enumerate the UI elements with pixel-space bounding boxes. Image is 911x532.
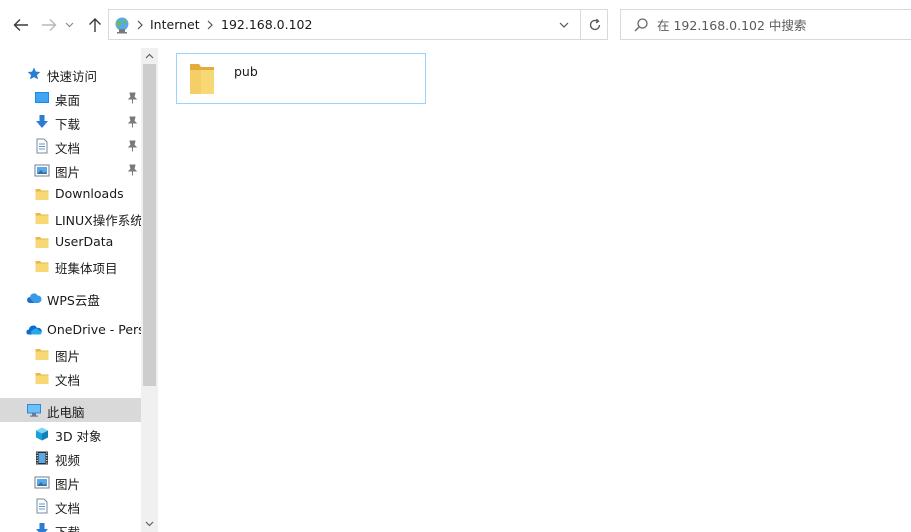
sidebar-item-pc-downloads[interactable]: 下载 <box>0 518 141 532</box>
network-location-icon <box>115 17 129 34</box>
folder-icon <box>190 64 214 94</box>
folder-name: pub <box>234 64 258 79</box>
search-box[interactable] <box>620 9 911 40</box>
sidebar-item-label: 图片 <box>55 165 81 180</box>
navigation-tree: 快速访问 桌面 下载 文档 图片 Downloads LINUX操作系统 Use… <box>0 48 141 532</box>
picture-icon <box>34 164 50 177</box>
search-icon <box>634 18 648 32</box>
chevron-down-icon <box>559 22 569 28</box>
breadcrumb-host[interactable]: 192.168.0.102 <box>221 17 312 32</box>
folder-item[interactable]: pub <box>176 53 426 104</box>
sidebar-item-label: 文档 <box>55 141 81 156</box>
folder-icon <box>35 261 49 272</box>
sidebar-item-label: 此电脑 <box>47 405 85 420</box>
folder-icon <box>35 189 49 200</box>
sidebar-item-label: 下载 <box>55 117 81 132</box>
sidebar-item-documents[interactable]: 文档 <box>0 134 141 158</box>
sidebar-item-folder-userdata[interactable]: UserData <box>0 230 141 254</box>
chevron-down-icon <box>65 22 73 28</box>
computer-icon <box>27 404 41 417</box>
desktop-icon <box>35 92 49 103</box>
sidebar-item-folder-linux[interactable]: LINUX操作系统 <box>0 206 141 230</box>
sidebar-item-label: 文档 <box>55 501 81 516</box>
back-button[interactable] <box>10 14 32 36</box>
sidebar-item-this-pc[interactable]: 此电脑 <box>0 398 141 422</box>
sidebar-item-desktop[interactable]: 桌面 <box>0 86 141 110</box>
arrow-left-icon <box>13 19 28 31</box>
sidebar-item-quick-access[interactable]: 快速访问 <box>0 62 141 86</box>
sidebar-item-folder-class-project[interactable]: 班集体项目 <box>0 254 141 278</box>
sidebar-item-label: 文档 <box>55 373 81 388</box>
sidebar-item-label: 视频 <box>55 453 81 468</box>
sidebar-item-onedrive[interactable]: OneDrive - Personal <box>0 318 141 342</box>
arrow-right-icon <box>42 19 57 31</box>
search-input[interactable] <box>657 15 902 35</box>
star-icon <box>27 67 41 80</box>
pin-icon <box>127 116 138 128</box>
sidebar-item-downloads[interactable]: 下载 <box>0 110 141 134</box>
onedrive-icon <box>26 325 42 335</box>
refresh-icon <box>589 18 600 30</box>
folder-icon <box>35 349 49 360</box>
cloud-icon <box>27 293 42 303</box>
chevron-up-icon <box>145 53 154 59</box>
sidebar-item-label: 3D 对象 <box>55 429 102 444</box>
sidebar-item-pc-documents[interactable]: 文档 <box>0 494 141 518</box>
sidebar-item-label: 桌面 <box>55 93 81 108</box>
address-bar[interactable]: Internet 192.168.0.102 <box>108 9 608 40</box>
up-button[interactable] <box>84 14 106 36</box>
folder-icon <box>35 213 49 224</box>
sidebar-item-wps-cloud[interactable]: WPS云盘 <box>0 286 141 310</box>
pin-icon <box>127 92 138 104</box>
refresh-button[interactable] <box>580 10 608 39</box>
chevron-right-icon <box>207 20 213 30</box>
breadcrumb-internet[interactable]: Internet <box>150 17 200 32</box>
sidebar-item-videos[interactable]: 视频 <box>0 446 141 470</box>
sidebar-item-label: 图片 <box>55 477 81 492</box>
scroll-down-button[interactable] <box>141 516 158 532</box>
sidebar-item-label: UserData <box>55 234 114 249</box>
scroll-up-button[interactable] <box>141 48 158 64</box>
pin-icon <box>127 140 138 152</box>
3d-objects-icon <box>36 427 48 441</box>
picture-icon <box>34 476 50 489</box>
file-list[interactable]: pub <box>158 48 911 532</box>
sidebar-item-label: OneDrive - Personal <box>47 322 141 337</box>
download-icon <box>36 523 48 532</box>
sidebar-item-onedrive-pictures[interactable]: 图片 <box>0 342 141 366</box>
arrow-up-icon <box>89 18 101 32</box>
document-icon <box>36 498 48 514</box>
sidebar-item-label: WPS云盘 <box>47 293 100 308</box>
folder-icon <box>35 373 49 384</box>
pin-icon <box>127 164 138 176</box>
sidebar-item-label: 下载 <box>55 522 80 532</box>
address-history-button[interactable] <box>555 16 573 34</box>
navigation-pane: 快速访问 桌面 下载 文档 图片 Downloads LINUX操作系统 Use… <box>0 48 158 532</box>
chevron-down-icon <box>145 521 154 527</box>
sidebar-item-label: 图片 <box>55 349 81 364</box>
sidebar-item-folder-downloads[interactable]: Downloads <box>0 182 141 206</box>
scroll-thumb[interactable] <box>143 64 156 386</box>
sidebar-item-label: LINUX操作系统 <box>55 213 141 228</box>
sidebar-item-onedrive-documents[interactable]: 文档 <box>0 366 141 390</box>
sidebar-item-label: Downloads <box>55 186 124 201</box>
sidebar-item-3d-objects[interactable]: 3D 对象 <box>0 422 141 446</box>
sidebar-item-pictures[interactable]: 图片 <box>0 158 141 182</box>
forward-button[interactable] <box>38 14 60 36</box>
navigation-bar: Internet 192.168.0.102 <box>0 0 911 48</box>
sidebar-item-pc-pictures[interactable]: 图片 <box>0 470 141 494</box>
download-icon <box>36 115 48 128</box>
sidebar-item-label: 快速访问 <box>47 69 98 84</box>
recent-locations-button[interactable] <box>62 14 76 36</box>
document-icon <box>36 138 48 154</box>
video-icon <box>36 451 48 465</box>
chevron-right-icon <box>137 20 143 30</box>
sidebar-scrollbar[interactable] <box>141 48 158 532</box>
folder-icon <box>35 237 49 248</box>
sidebar-item-label: 班集体项目 <box>55 261 118 276</box>
